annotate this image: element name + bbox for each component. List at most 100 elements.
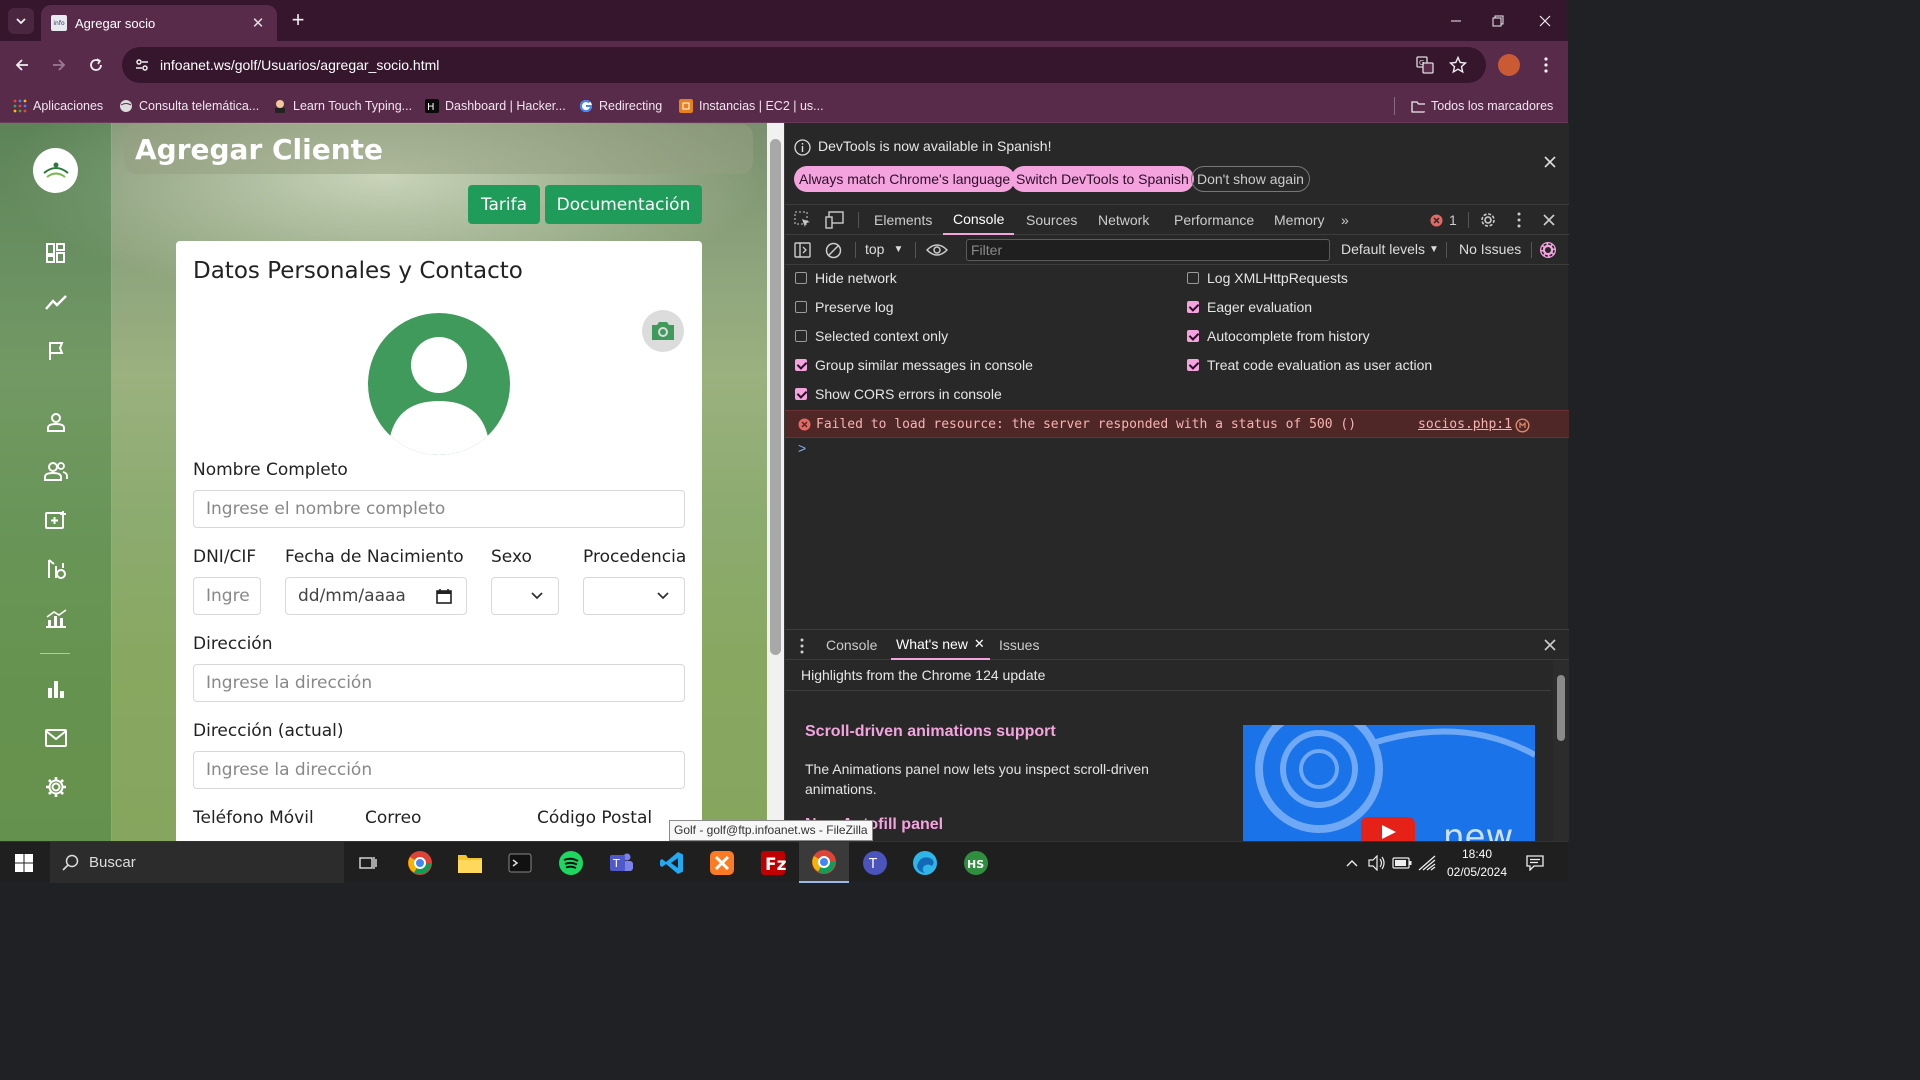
user-icon[interactable] — [44, 410, 68, 434]
task-view-button[interactable] — [343, 842, 393, 883]
tab-network[interactable]: Network — [1098, 205, 1149, 235]
dont-show-again-button[interactable]: Don't show again — [1191, 166, 1310, 192]
nombre-input[interactable]: Ingrese el nombre completo — [193, 490, 685, 528]
users-group-icon[interactable] — [44, 459, 68, 483]
error-circle-icon[interactable] — [1430, 214, 1443, 227]
drawer-scrollbar[interactable] — [1553, 660, 1569, 841]
documentacion-button[interactable]: Documentación — [545, 185, 702, 224]
group-similar-checkbox[interactable]: Group similar messages in console — [795, 357, 1033, 373]
address-bar[interactable]: infoanet.ws/golf/Usuarios/agregar_socio.… — [122, 47, 1486, 83]
taskbar-filezilla[interactable]: Fz — [748, 842, 798, 883]
upload-photo-button[interactable] — [642, 310, 684, 352]
drawer-scrollbar-thumb[interactable] — [1557, 675, 1565, 741]
bookmark-hackerrank[interactable]: H Dashboard | Hacker... — [425, 96, 566, 116]
new-tab-button[interactable]: + — [286, 9, 310, 33]
bookmark-apps[interactable]: Aplicaciones — [13, 96, 103, 116]
tab-memory[interactable]: Memory — [1274, 205, 1325, 235]
inspect-element-icon[interactable] — [794, 211, 812, 229]
tab-search-button[interactable] — [8, 8, 34, 34]
reload-button[interactable] — [84, 53, 108, 77]
hide-network-checkbox[interactable]: Hide network — [795, 270, 897, 286]
all-bookmarks[interactable]: Todos los marcadores — [1411, 96, 1553, 116]
close-window-button[interactable] — [1521, 0, 1568, 41]
drawer-tab-whats-new[interactable]: What's new ✕ — [891, 630, 990, 660]
taskbar-teams-classic[interactable]: T — [850, 842, 900, 883]
console-settings-icon[interactable] — [1539, 241, 1557, 259]
tab-console[interactable]: Console — [943, 205, 1015, 235]
clear-console-icon[interactable] — [825, 242, 842, 259]
trend-line-icon[interactable] — [44, 290, 68, 314]
restore-button[interactable] — [1474, 0, 1521, 41]
dashboard-icon[interactable] — [44, 241, 68, 265]
procedencia-select[interactable] — [583, 577, 685, 615]
bookmark-ec2[interactable]: Instancias | EC2 | us... — [679, 96, 824, 116]
autocomplete-history-checkbox[interactable]: Autocomplete from history — [1187, 328, 1370, 344]
minimize-button[interactable] — [1432, 0, 1479, 41]
golf-logo[interactable] — [33, 148, 78, 193]
sidebar-toggle-icon[interactable] — [794, 242, 811, 258]
back-button[interactable] — [10, 53, 34, 77]
tab-performance[interactable]: Performance — [1174, 205, 1254, 235]
taskbar-heidisql[interactable]: HS — [951, 842, 1001, 883]
add-card-icon[interactable] — [44, 508, 68, 532]
taskbar-spotify[interactable] — [546, 842, 596, 883]
show-hidden-icons[interactable] — [1340, 842, 1364, 883]
devtools-settings-icon[interactable] — [1479, 211, 1497, 229]
log-levels-dropdown[interactable]: Default levels ▼ — [1341, 241, 1439, 257]
close-drawer-icon[interactable] — [1544, 639, 1556, 651]
taskbar-edge[interactable] — [900, 842, 950, 883]
system-clock[interactable]: 18:40 02/05/2024 — [1436, 845, 1518, 881]
start-button[interactable] — [0, 842, 48, 883]
close-tab-icon[interactable]: ✕ — [974, 636, 985, 652]
fecha-input[interactable]: dd/mm/aaaa — [285, 577, 467, 615]
volume-button[interactable] — [1366, 842, 1388, 883]
close-devtools-icon[interactable] — [1543, 214, 1555, 226]
more-tabs-icon[interactable]: » — [1341, 205, 1349, 235]
drawer-tab-console[interactable]: Console — [826, 630, 877, 660]
bar-chart-icon[interactable] — [44, 677, 68, 701]
flag-icon[interactable] — [44, 339, 68, 363]
tarifa-button[interactable]: Tarifa — [468, 185, 540, 224]
eager-evaluation-checkbox[interactable]: Eager evaluation — [1187, 299, 1312, 315]
switch-spanish-button[interactable]: Switch DevTools to Spanish — [1011, 166, 1194, 192]
ai-insight-icon[interactable] — [1515, 418, 1530, 433]
bookmark-redirecting[interactable]: Redirecting — [579, 96, 662, 116]
taskbar-teams[interactable]: T — [596, 842, 646, 883]
taskbar-xampp[interactable] — [697, 842, 747, 883]
taskbar-search[interactable]: Buscar — [50, 842, 344, 883]
bookmark-typing[interactable]: Learn Touch Typing... — [273, 96, 412, 116]
context-selector[interactable]: top ▼ — [865, 241, 903, 257]
wifi-button[interactable] — [1416, 842, 1438, 883]
forward-button[interactable] — [47, 53, 71, 77]
console-prompt[interactable]: > — [798, 440, 806, 456]
translate-icon[interactable]: G — [1416, 56, 1434, 74]
match-language-button[interactable]: Always match Chrome's language — [794, 166, 1016, 192]
cors-errors-checkbox[interactable]: Show CORS errors in console — [795, 386, 1002, 402]
tab-sources[interactable]: Sources — [1026, 205, 1077, 235]
taskbar-vscode[interactable] — [647, 842, 697, 883]
browser-tab[interactable]: info Agregar socio ✕ — [41, 5, 277, 41]
sexo-select[interactable] — [491, 577, 559, 615]
video-thumbnail[interactable]: new — [1243, 725, 1535, 841]
close-icon[interactable] — [1544, 156, 1556, 168]
issues-counter[interactable]: No Issues — [1459, 241, 1521, 257]
more-vertical-icon[interactable] — [1517, 212, 1521, 228]
log-xhr-checkbox[interactable]: Log XMLHttpRequests — [1187, 270, 1348, 286]
drawer-tab-issues[interactable]: Issues — [999, 630, 1039, 660]
direccion-input[interactable]: Ingrese la dirección — [193, 664, 685, 702]
preserve-log-checkbox[interactable]: Preserve log — [795, 299, 894, 315]
stats-chart-icon[interactable] — [44, 606, 68, 630]
tab-elements[interactable]: Elements — [874, 205, 932, 235]
console-filter-input[interactable]: Filter — [966, 239, 1330, 261]
dni-input[interactable]: Ingre — [193, 577, 261, 615]
more-vertical-icon[interactable] — [800, 638, 804, 654]
eye-icon[interactable] — [926, 243, 948, 257]
error-source-link[interactable]: socios.php:1 — [1418, 417, 1512, 432]
direccion-actual-input[interactable]: Ingrese la dirección — [193, 751, 685, 789]
taskbar-chrome[interactable] — [799, 842, 849, 883]
treat-code-eval-checkbox[interactable]: Treat code evaluation as user action — [1187, 357, 1432, 373]
settings-gear-icon[interactable] — [44, 775, 68, 799]
device-toolbar-icon[interactable] — [825, 211, 845, 229]
battery-button[interactable] — [1391, 842, 1413, 883]
notification-center-button[interactable] — [1522, 842, 1548, 883]
